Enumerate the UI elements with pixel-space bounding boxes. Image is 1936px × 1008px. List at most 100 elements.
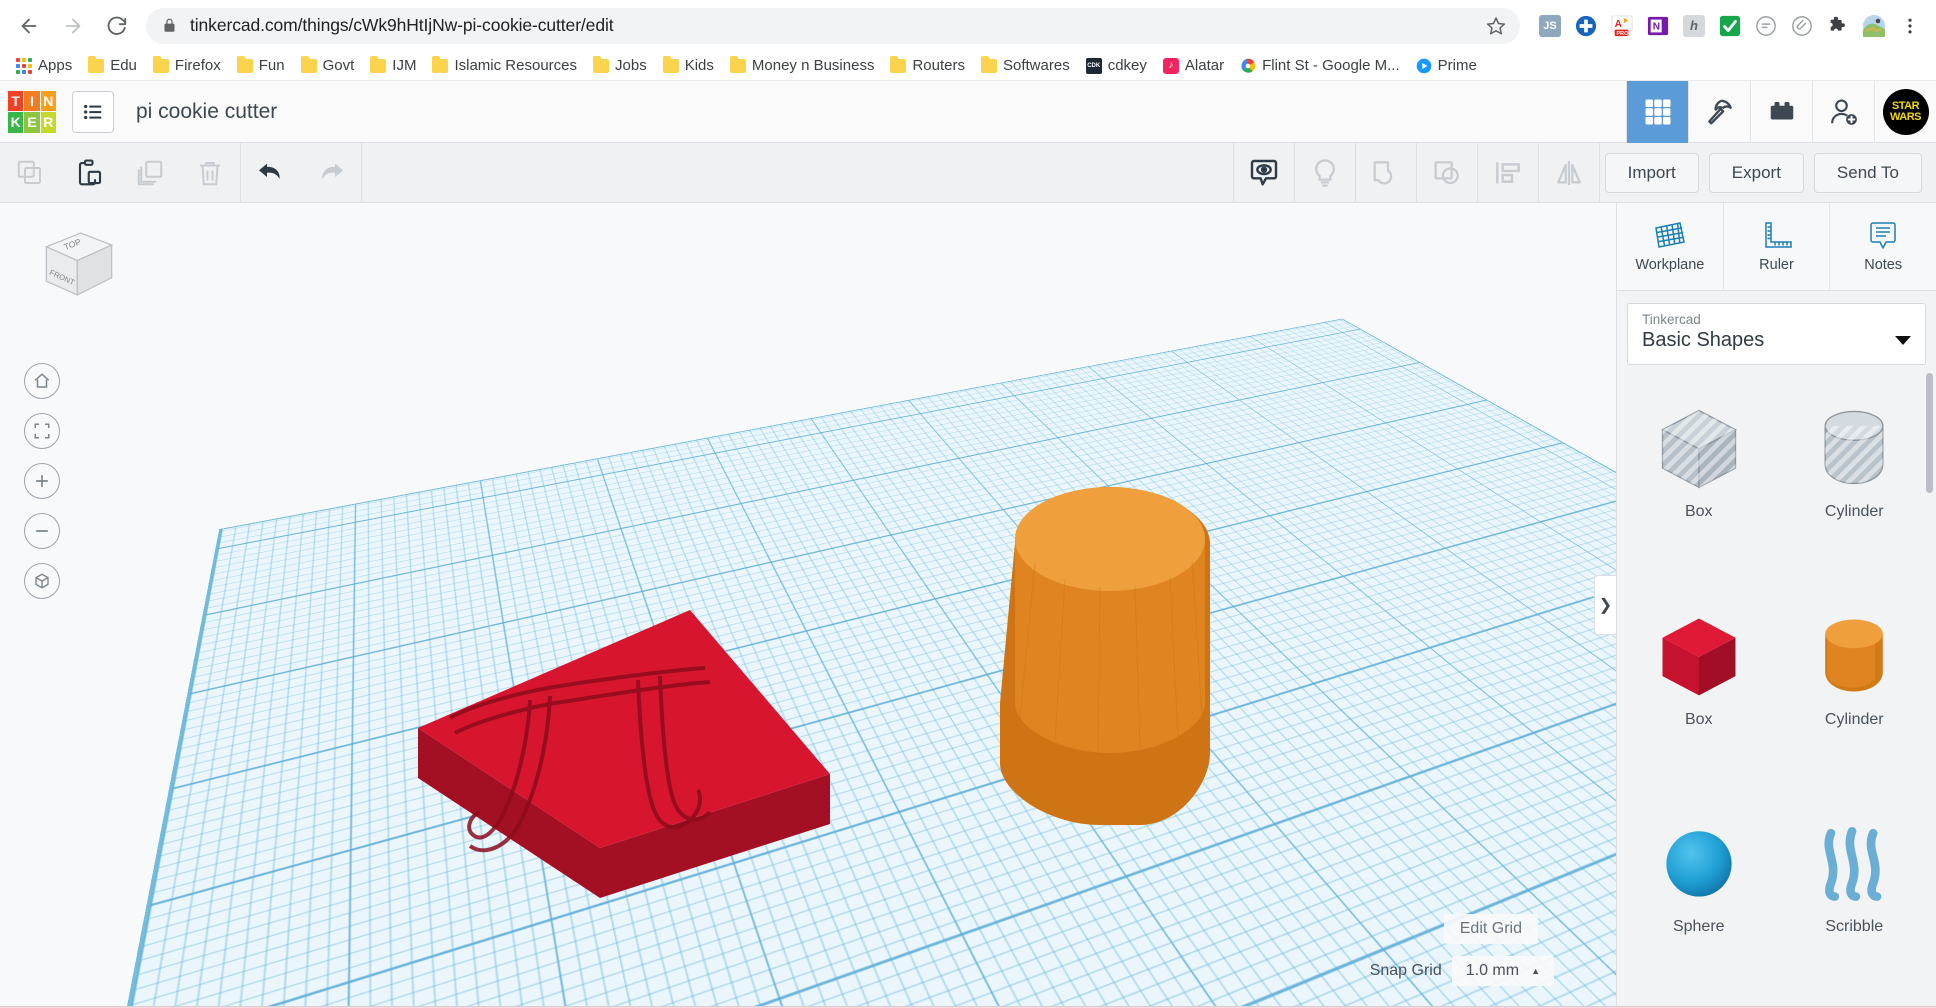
panel-toggle-handle[interactable]: ❯: [1594, 574, 1616, 635]
mirror-icon[interactable]: [1539, 143, 1599, 202]
bookmark-routers[interactable]: Routers: [882, 54, 973, 77]
bookmark-apps[interactable]: Apps: [8, 54, 80, 77]
ungroup-icon[interactable]: [1417, 143, 1477, 202]
bookmark-edu[interactable]: Edu: [80, 54, 145, 77]
add-user-icon[interactable]: [1812, 80, 1874, 143]
bookmark-cdkey[interactable]: CDK cdkey: [1078, 54, 1155, 77]
lock-icon: [162, 17, 177, 34]
bookmark-govt[interactable]: Govt: [293, 54, 363, 77]
pickaxe-minecraft-icon[interactable]: [1688, 80, 1750, 143]
app-header-right: STAR WARS: [1626, 80, 1936, 143]
adobe-acrobat-pro-icon[interactable]: A PRO: [1606, 10, 1638, 42]
list-view-icon[interactable]: [72, 90, 114, 133]
duplicate-icon[interactable]: [120, 143, 180, 202]
send-to-button[interactable]: Send To: [1813, 152, 1922, 193]
main-area: TOP FRONT Edit Grid Snap Grid 1.0 mm ▲ ❯…: [0, 203, 1936, 1006]
logo-letter: E: [24, 112, 40, 133]
home-view-icon[interactable]: [24, 363, 60, 399]
bookmark-money-n-business[interactable]: Money n Business: [722, 54, 883, 77]
shape-sphere-solid[interactable]: Sphere: [1621, 798, 1777, 953]
bluecross-extension-icon[interactable]: [1570, 10, 1602, 42]
bookmark-softwares[interactable]: Softwares: [973, 54, 1078, 77]
evernote-clipper-icon[interactable]: [1786, 10, 1818, 42]
zoom-in-icon[interactable]: [24, 463, 60, 499]
orange-cylinder-shape[interactable]: [980, 453, 1280, 873]
cylinder-hole-icon: [1806, 395, 1902, 499]
folder-icon: [662, 55, 679, 73]
zoom-out-icon[interactable]: [24, 513, 60, 549]
bookmark-islamic-resources[interactable]: Islamic Resources: [424, 54, 585, 77]
ortho-perspective-icon[interactable]: [24, 563, 60, 599]
panel-tool-label: Notes: [1864, 257, 1903, 273]
fit-to-view-icon[interactable]: [24, 413, 60, 449]
bookmark-flint-st-google-maps[interactable]: Flint St - Google M...: [1232, 54, 1408, 77]
bookmark-star-icon[interactable]: [1486, 16, 1506, 36]
tinkercad-logo[interactable]: T I N K E R: [8, 90, 56, 133]
bookmark-kids[interactable]: Kids: [655, 54, 722, 77]
shape-cylinder-solid[interactable]: Cylinder: [1777, 591, 1933, 746]
bookmark-alatar[interactable]: ♪ Alatar: [1155, 54, 1232, 77]
js-extension-icon[interactable]: JS: [1534, 10, 1566, 42]
bookmark-firefox[interactable]: Firefox: [145, 54, 229, 77]
logo-letter: N: [40, 90, 56, 111]
page-title[interactable]: pi cookie cutter: [136, 100, 277, 124]
copy-icon[interactable]: [0, 143, 60, 202]
import-button[interactable]: Import: [1604, 152, 1699, 193]
bookmark-label: Fun: [258, 57, 285, 74]
shape-library-dropdown[interactable]: Tinkercad Basic Shapes: [1627, 303, 1926, 365]
edit-grid-button[interactable]: Edit Grid: [1443, 914, 1538, 944]
folder-icon: [432, 55, 449, 73]
prime-video-icon: [1416, 58, 1432, 74]
panel-tool-notes[interactable]: Notes: [1830, 203, 1936, 290]
shape-label: Scribble: [1825, 918, 1884, 936]
bookmark-prime[interactable]: Prime: [1408, 54, 1485, 77]
shape-label: Box: [1684, 710, 1713, 728]
onenote-clipper-icon[interactable]: N: [1642, 10, 1674, 42]
lego-brick-icon[interactable]: [1750, 80, 1812, 143]
puzzle-extensions-icon[interactable]: [1822, 10, 1854, 42]
honey-extension-icon[interactable]: h: [1678, 10, 1710, 42]
bookmark-label: Islamic Resources: [454, 57, 578, 74]
svg-text:PRO: PRO: [1617, 30, 1630, 36]
speech-bubble-extension-icon[interactable]: [1750, 10, 1782, 42]
bookmark-jobs[interactable]: Jobs: [585, 54, 655, 77]
panel-tool-workplane[interactable]: Workplane: [1617, 203, 1724, 290]
profile-avatar-icon[interactable]: [1858, 10, 1890, 42]
shape-box-solid[interactable]: Box: [1621, 591, 1777, 746]
toolbar-right-group: Import Export Send To: [1232, 142, 1936, 203]
back-button[interactable]: [10, 7, 48, 45]
shape-box-hole[interactable]: Box: [1621, 383, 1777, 538]
checkmark-extension-icon[interactable]: [1714, 10, 1746, 42]
delete-trash-icon[interactable]: [180, 143, 240, 202]
pi-cookie-cutter-shape[interactable]: [410, 588, 870, 1006]
extensions-area: JS A PRO N h: [1534, 10, 1926, 42]
3d-canvas[interactable]: TOP FRONT Edit Grid Snap Grid 1.0 mm ▲ ❯: [0, 203, 1616, 1006]
bookmark-ijm[interactable]: IJM: [362, 54, 424, 77]
shape-cylinder-hole[interactable]: Cylinder: [1777, 383, 1933, 538]
bookmark-fun[interactable]: Fun: [229, 54, 293, 77]
panel-scrollbar[interactable]: [1926, 373, 1933, 493]
view-cube[interactable]: TOP FRONT: [36, 221, 122, 307]
panel-tool-ruler[interactable]: Ruler: [1724, 203, 1831, 290]
redo-icon[interactable]: [301, 143, 361, 202]
chrome-menu-icon[interactable]: [1894, 10, 1926, 42]
export-button[interactable]: Export: [1708, 152, 1804, 193]
avatar[interactable]: STAR WARS: [1874, 80, 1936, 143]
reload-button[interactable]: [98, 7, 136, 45]
shape-label: Cylinder: [1824, 503, 1884, 520]
group-icon[interactable]: [1356, 143, 1416, 202]
shape-scribble[interactable]: Scribble: [1777, 798, 1933, 953]
forward-button[interactable]: [54, 7, 92, 45]
bookmark-label: Kids: [684, 57, 714, 74]
paste-icon[interactable]: [60, 143, 120, 202]
lightbulb-hint-icon[interactable]: [1295, 143, 1355, 202]
show-hide-eye-icon[interactable]: [1234, 143, 1294, 202]
align-icon[interactable]: [1478, 143, 1538, 202]
address-bar[interactable]: tinkercad.com/things/cWk9hHtIjNw-pi-cook…: [146, 7, 1520, 44]
snap-grid-select[interactable]: 1.0 mm ▲: [1451, 956, 1554, 986]
snap-grid-value: 1.0 mm: [1465, 962, 1520, 979]
undo-icon[interactable]: [241, 143, 301, 202]
logo-letter: I: [24, 90, 40, 111]
chevron-down-icon: [1895, 336, 1911, 345]
grid-shapes-icon[interactable]: [1626, 80, 1688, 143]
